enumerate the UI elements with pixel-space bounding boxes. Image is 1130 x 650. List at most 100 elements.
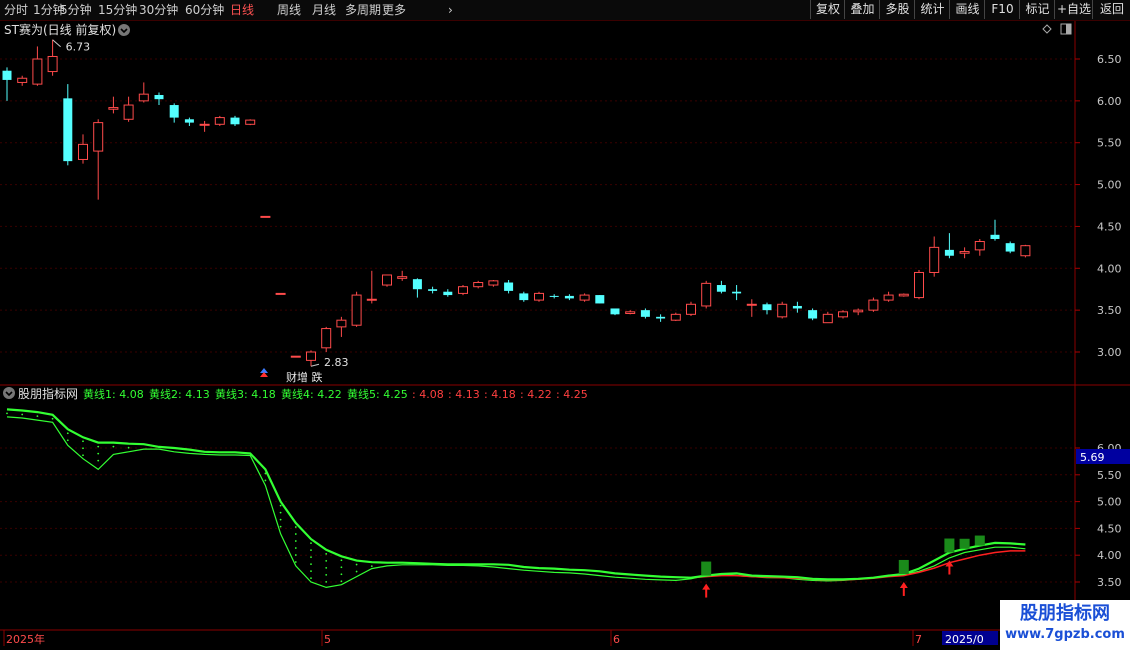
indicator-dropdown-icon[interactable] [3, 387, 15, 399]
candle[interactable] [275, 292, 286, 295]
candle[interactable] [351, 291, 362, 327]
candle[interactable] [716, 280, 726, 294]
candle[interactable] [822, 311, 833, 324]
candle[interactable] [595, 295, 605, 304]
candle[interactable] [1020, 244, 1031, 258]
candle[interactable] [397, 270, 408, 281]
candle[interactable] [245, 119, 256, 126]
period-tab-9[interactable]: 多周期 [345, 0, 381, 20]
candle[interactable] [428, 286, 438, 294]
candle[interactable] [792, 301, 802, 313]
candle[interactable] [321, 326, 332, 352]
candle[interactable] [138, 82, 149, 103]
candle[interactable] [458, 285, 468, 296]
period-tab-5[interactable]: 60分钟 [185, 0, 224, 20]
candle[interactable] [32, 46, 43, 86]
candle[interactable] [853, 308, 864, 316]
indicator-dot [325, 580, 328, 583]
candle[interactable] [762, 302, 772, 315]
candle[interactable] [990, 219, 1000, 241]
toolbar-button-4[interactable]: 画线 [949, 0, 985, 19]
period-tab-0[interactable]: 分时 [4, 0, 28, 20]
candle[interactable] [838, 310, 848, 319]
candle[interactable] [534, 291, 544, 302]
stock-chart[interactable]: 6.506.005.505.004.504.003.503.00 6.005.5… [0, 21, 1130, 650]
candle[interactable] [260, 215, 271, 218]
toolbar-button-5[interactable]: F10 [984, 0, 1020, 19]
toolbar-button-0[interactable]: 复权 [810, 0, 845, 19]
candle[interactable] [154, 92, 164, 106]
candle[interactable] [625, 310, 636, 315]
period-tab-7[interactable]: 周线 [277, 0, 301, 20]
period-tab-6[interactable]: 日线 [230, 0, 254, 20]
candle[interactable] [914, 269, 924, 300]
main-chart-title: ST赛为(日线 前复权) [4, 22, 116, 37]
candle[interactable] [290, 355, 301, 358]
candle[interactable] [412, 278, 422, 298]
candle[interactable] [732, 285, 742, 301]
candle[interactable] [656, 314, 666, 322]
candle[interactable] [199, 120, 210, 132]
event-marker-icon[interactable] [260, 368, 268, 377]
period-tab-3[interactable]: 15分钟 [98, 0, 137, 20]
candle[interactable] [169, 103, 179, 123]
candle[interactable] [898, 293, 909, 297]
diamond-icon[interactable] [1042, 24, 1052, 34]
candle[interactable] [640, 308, 650, 319]
period-tab-4[interactable]: 30分钟 [139, 0, 178, 20]
candle[interactable] [382, 274, 392, 287]
period-tab-8[interactable]: 月线 [312, 0, 336, 20]
candle[interactable] [883, 291, 894, 302]
more-chevron-icon[interactable]: › [448, 0, 453, 20]
candle[interactable] [808, 308, 818, 321]
window-icon[interactable] [1060, 23, 1072, 35]
indicator-dot [310, 549, 312, 552]
candle[interactable] [93, 119, 104, 200]
candle[interactable] [686, 301, 696, 317]
period-tab-2[interactable]: 5分钟 [60, 0, 92, 20]
toolbar-button-7[interactable]: +自选 [1054, 0, 1093, 19]
candle[interactable] [959, 247, 970, 259]
indicator-dot [6, 412, 8, 415]
title-dropdown-icon[interactable] [118, 24, 130, 36]
toolbar-button-6[interactable]: 标记 [1019, 0, 1055, 19]
candle[interactable] [488, 280, 499, 287]
candle[interactable] [184, 117, 194, 126]
candle[interactable] [473, 280, 484, 289]
period-tab-10[interactable]: 更多 [382, 0, 406, 20]
candle[interactable] [701, 280, 712, 309]
toolbar-button-3[interactable]: 统计 [914, 0, 950, 19]
price-tick-label: 5.00 [1097, 179, 1122, 192]
candle[interactable] [610, 308, 620, 316]
candle[interactable] [549, 294, 559, 299]
candle[interactable] [519, 291, 529, 302]
candle[interactable] [929, 236, 940, 277]
candle[interactable] [306, 350, 316, 367]
candle[interactable] [974, 238, 985, 256]
candle[interactable] [336, 316, 347, 337]
candle[interactable] [2, 67, 12, 101]
candle[interactable] [944, 233, 954, 259]
candle[interactable] [746, 299, 757, 317]
candle[interactable] [564, 294, 574, 301]
candle[interactable] [63, 84, 73, 166]
candle[interactable] [1005, 241, 1015, 254]
candle[interactable] [214, 115, 225, 126]
candle[interactable] [579, 293, 590, 302]
indicator-dot [355, 570, 358, 573]
candle[interactable] [17, 75, 28, 86]
toolbar-button-1[interactable]: 叠加 [844, 0, 880, 19]
candle[interactable] [366, 270, 377, 304]
toolbar-button-2[interactable]: 多股 [879, 0, 915, 19]
candle[interactable] [777, 301, 788, 319]
candle[interactable] [868, 297, 879, 312]
toolbar-button-8[interactable]: 返回 [1092, 0, 1130, 19]
candle[interactable] [504, 280, 514, 294]
indicator-dot [325, 573, 328, 576]
candle[interactable] [230, 115, 240, 126]
candle[interactable] [670, 312, 681, 322]
candle[interactable] [47, 39, 58, 76]
candle[interactable] [78, 134, 88, 164]
candle[interactable] [108, 96, 119, 114]
candle[interactable] [443, 289, 453, 297]
